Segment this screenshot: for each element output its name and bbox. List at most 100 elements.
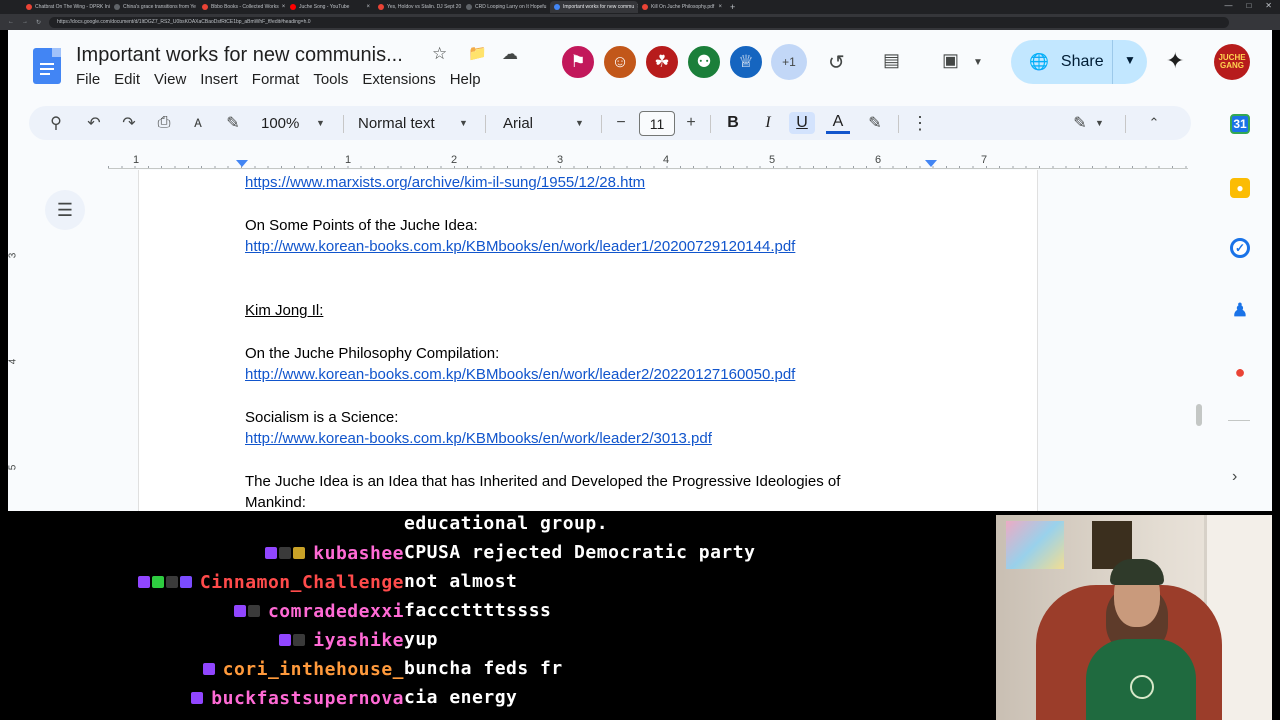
tab-favicon-icon [202,4,208,10]
share-button[interactable]: 🌐 Share ▼ [1011,40,1147,84]
badge-icon [137,576,150,588]
document-outline-icon[interactable]: ☰ [45,190,85,230]
left-indent-marker[interactable] [236,160,248,167]
font-select[interactable]: Arial [503,112,533,134]
back-icon[interactable]: ← [8,19,14,25]
browser-tab[interactable]: Kill On Juche Philosophy.pdf × [638,1,726,13]
star-icon[interactable]: ☆ [432,44,447,64]
vruler-number: 3 [8,252,19,259]
version-history-icon[interactable]: ↺ [828,50,845,75]
meet-icon[interactable]: ▣ [942,50,959,71]
reload-icon[interactable]: ↻ [36,19,41,26]
collaborator-avatar[interactable]: ☺ [602,44,638,80]
hide-menus-icon[interactable]: ⌃ [1143,112,1165,134]
link-juche-points[interactable]: http://www.korean-books.com.kp/KBMbooks/… [245,237,795,257]
zoom-select[interactable]: 100% [261,112,299,134]
comments-icon[interactable]: ▤ [883,50,900,71]
chat-badges [202,663,215,675]
underline-button[interactable]: U [789,112,815,134]
docs-logo-icon[interactable] [33,48,61,84]
paint-format-icon[interactable]: ✎ [222,112,244,134]
menu-edit[interactable]: Edit [114,71,140,88]
link-kim-il-sung-1955[interactable]: https://www.marxists.org/archive/kim-il-… [245,173,645,193]
tab-title: Chatbrat On The Wing - DPRK Ini [35,4,110,10]
ruler-number: 1 [345,154,352,166]
text-color-button[interactable]: A [826,112,850,134]
editing-mode-icon[interactable]: ✎ [1069,112,1091,134]
browser-tab[interactable]: Bbbo Books - Collected Works × [198,1,286,13]
browser-tab[interactable]: Important works for new commu× [550,1,638,13]
menu-tools[interactable]: Tools [313,71,348,88]
spellcheck-icon[interactable]: ᴀ [187,112,209,134]
chat-message: not almost [404,571,518,592]
keep-icon[interactable]: ● [1230,178,1250,198]
link-juche-compilation[interactable]: http://www.korean-books.com.kp/KBMbooks/… [245,365,795,385]
meet-dropdown-icon[interactable]: ▼ [973,57,983,68]
formatting-toolbar: ⚲ ↶ ↷ ⎙ ᴀ ✎ 100% ▼ Normal text ▼ Arial ▼… [29,106,1191,140]
calendar-icon[interactable]: 31 [1230,114,1250,134]
document-page[interactable]: https://www.marxists.org/archive/kim-il-… [138,170,1038,511]
forward-icon[interactable]: → [22,19,28,25]
decrease-font-size-button[interactable]: − [611,112,631,134]
scrollbar-thumb[interactable] [1196,404,1202,426]
menu-insert[interactable]: Insert [200,71,238,88]
move-folder-icon[interactable]: 📁 [468,44,487,62]
chat-badges [137,576,192,588]
more-options-icon[interactable]: ⋮ [909,112,931,134]
collaborator-avatar[interactable]: ♕ [728,44,764,80]
menu-help[interactable]: Help [450,71,481,88]
paragraph-style-select[interactable]: Normal text [358,112,435,134]
tasks-icon[interactable]: ✓ [1230,238,1250,258]
collaborator-avatar[interactable]: ⚉ [686,44,722,80]
more-collaborators-button[interactable]: +1 [771,44,807,80]
maps-icon[interactable]: ● [1230,362,1250,382]
account-avatar[interactable]: JUCHE GANG [1214,44,1250,80]
font-dropdown-icon[interactable]: ▼ [575,112,584,134]
cloud-status-icon[interactable]: ☁ [502,44,518,64]
browser-tab[interactable]: CRD Looping Larry on It Hopefu× [462,1,550,13]
contacts-icon[interactable]: ♟ [1230,300,1250,320]
ruler-number: 4 [663,154,670,166]
print-icon[interactable]: ⎙ [153,112,175,134]
maximize-icon[interactable]: □ [1246,1,1251,10]
menu-view[interactable]: View [154,71,186,88]
close-window-icon[interactable]: ✕ [1265,1,1272,10]
ruler-number: 1 [133,154,140,166]
bold-button[interactable]: B [721,112,745,134]
tab-favicon-icon [378,4,384,10]
right-indent-marker[interactable] [925,160,937,167]
tab-title: Kill On Juche Philosophy.pdf [651,4,715,10]
increase-font-size-button[interactable]: + [681,112,701,134]
redo-icon[interactable]: ↷ [118,112,140,134]
browser-tab[interactable]: Chatbrat On The Wing - DPRK Ini× [22,1,110,13]
undo-icon[interactable]: ↶ [83,112,105,134]
browser-tab[interactable]: Juche Song - YouTube × [286,1,374,13]
close-tab-icon[interactable]: × [366,4,370,10]
link-socialism-science[interactable]: http://www.korean-books.com.kp/KBMbooks/… [245,429,712,449]
menu-format[interactable]: Format [252,71,300,88]
document-title[interactable]: Important works for new communis... [76,44,403,67]
close-tab-icon[interactable]: × [718,4,722,10]
style-dropdown-icon[interactable]: ▼ [459,112,468,134]
font-size-input[interactable]: 11 [639,111,675,136]
close-tab-icon[interactable]: × [282,4,286,10]
zoom-dropdown-icon[interactable]: ▼ [316,112,325,134]
minimize-icon[interactable]: — [1224,1,1232,10]
url-field[interactable]: https://docs.google.com/document/d/1ItDG… [49,16,1230,28]
search-menus-icon[interactable]: ⚲ [45,112,67,134]
gemini-icon[interactable]: ✦ [1166,48,1184,74]
menu-extensions[interactable]: Extensions [362,71,435,88]
browser-tab[interactable]: Yes, Holdov vs Stalin. DJ Sept 20× [374,1,462,13]
collaborator-avatar[interactable]: ⚑ [560,44,596,80]
menu-file[interactable]: File [76,71,100,88]
collaborator-avatar[interactable]: ☘ [644,44,680,80]
streamer [1086,555,1196,720]
browser-tab[interactable]: China's grace transitions from Ye× [110,1,198,13]
highlight-color-icon[interactable]: ✎ [863,112,887,134]
editing-mode-dropdown-icon[interactable]: ▼ [1095,112,1104,134]
expand-panel-icon[interactable]: › [1232,468,1237,486]
share-dropdown-icon[interactable]: ▼ [1124,53,1136,67]
new-tab-icon[interactable]: + [730,2,735,12]
horizontal-ruler[interactable]: 1 1 2 3 4 5 6 7 [8,154,1192,170]
italic-button[interactable]: I [756,112,780,134]
